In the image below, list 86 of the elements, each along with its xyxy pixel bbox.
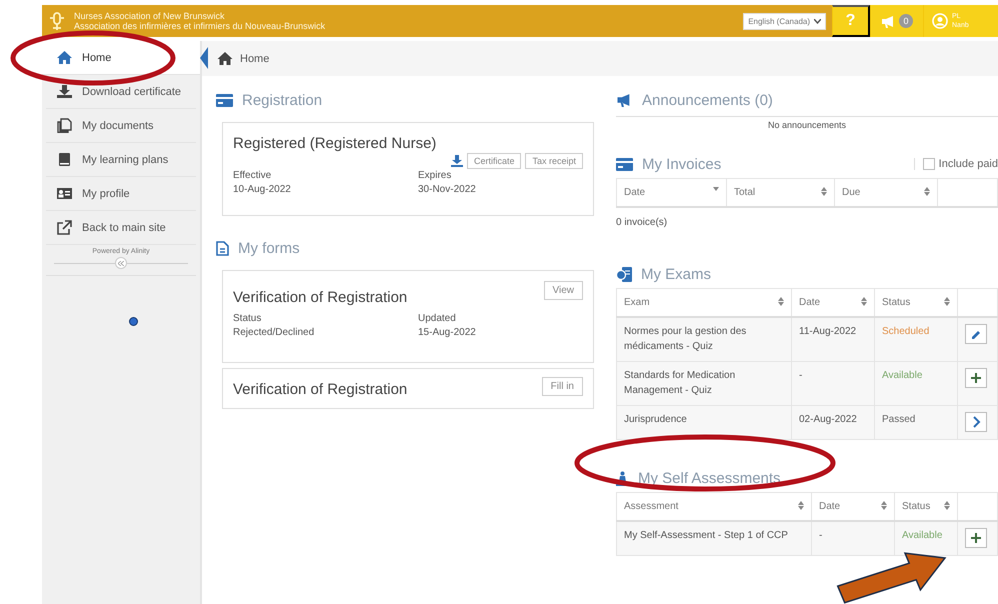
status-cell: Passed <box>874 406 958 440</box>
field-value: 15-Aug-2022 <box>418 326 477 340</box>
sidebar-toggle-tab[interactable] <box>200 47 208 69</box>
form-button[interactable]: Fill in <box>542 377 583 396</box>
organization-name: Nurses Association of New Brunswick <box>74 11 226 21</box>
sidebar-item[interactable]: My profile <box>46 177 196 211</box>
field-value: 30-Nov-2022 <box>418 183 477 197</box>
sort-icon[interactable] <box>944 297 950 306</box>
field-label: Effective <box>233 169 272 183</box>
documents-icon <box>56 118 73 133</box>
sidebar-item[interactable]: My learning plans <box>46 143 196 177</box>
caret-icon <box>814 18 821 24</box>
table-cell: My Self-Assessment - Step 1 of CCP <box>616 521 812 556</box>
megaphone-icon <box>881 14 896 28</box>
sidebar-item[interactable]: My documents <box>46 109 196 143</box>
form-title: Verification of Registration <box>233 381 408 398</box>
column-header[interactable]: Status <box>874 288 958 317</box>
plus-icon <box>969 370 983 386</box>
column-header[interactable]: Due <box>834 178 938 207</box>
notification-count: 0 <box>899 14 913 28</box>
document-button[interactable]: Tax receipt <box>525 153 583 169</box>
sidebar-item[interactable]: Download certificate <box>46 75 196 109</box>
id-card-icon <box>56 186 73 201</box>
sort-icon[interactable] <box>778 297 784 306</box>
sort-icon[interactable] <box>924 187 930 196</box>
table-cell: Jurisprudence <box>616 406 792 440</box>
sidebar-item[interactable]: Back to main site <box>46 211 196 245</box>
dot-marker <box>129 317 138 326</box>
meditation-figure-icon <box>616 470 629 486</box>
invoice-count: 0 invoice(s) <box>616 217 668 228</box>
section-title: My forms <box>238 240 300 256</box>
book-icon <box>56 152 73 167</box>
section-title: My Self Assessments <box>638 470 781 486</box>
home-icon <box>216 51 234 66</box>
field-label: Status <box>233 312 262 326</box>
card-icon <box>616 158 633 170</box>
field-label: Updated <box>418 312 457 326</box>
language-select[interactable]: English (Canada) <box>743 12 826 30</box>
download-icon <box>56 84 73 99</box>
section-title: My Exams <box>641 266 712 282</box>
organization-name-french: Association des infirmières et infirmiers du Nouveau-Brunswick <box>74 21 326 31</box>
column-header[interactable]: Status <box>894 492 958 521</box>
document-button[interactable]: Certificate <box>466 153 522 169</box>
open-button[interactable] <box>965 412 987 432</box>
document-icon <box>216 240 229 256</box>
sort-icon[interactable] <box>798 501 804 510</box>
section-title: Announcements (0) <box>642 92 773 108</box>
field-label: Expires <box>418 169 452 183</box>
user-icon <box>932 13 948 29</box>
sort-icon[interactable] <box>881 501 887 510</box>
notifications-button[interactable]: 0 <box>870 5 923 37</box>
checkbox-label: Include paid <box>938 158 998 170</box>
column-header[interactable]: Date <box>812 492 894 521</box>
include-paid-checkbox[interactable] <box>922 158 935 170</box>
sort-icon[interactable] <box>713 187 719 191</box>
empty-message: No announcements <box>768 120 846 130</box>
table-cell: 02-Aug-2022 <box>792 406 874 440</box>
section-title: Registration <box>242 92 322 108</box>
column-header[interactable]: Date <box>616 178 726 207</box>
field-value: Rejected/Declined <box>233 326 316 340</box>
column-header[interactable]: Exam <box>616 288 792 317</box>
column-header[interactable]: Total <box>726 178 834 207</box>
add-button[interactable] <box>965 368 987 388</box>
column-header[interactable]: Date <box>792 288 874 317</box>
sort-icon[interactable] <box>821 187 827 196</box>
sort-icon[interactable] <box>944 501 950 510</box>
add-button[interactable] <box>965 528 987 548</box>
edit-button[interactable] <box>965 324 987 344</box>
registration-status: Registered (Registered Nurse) <box>233 135 438 152</box>
exam-icon <box>616 266 632 282</box>
form-button[interactable]: View <box>544 281 583 300</box>
column-header[interactable]: Assessment <box>616 492 812 521</box>
home-icon <box>56 50 73 65</box>
double-chevron-icon <box>118 260 124 266</box>
section-title: My Invoices <box>642 156 722 172</box>
card-icon <box>216 94 233 106</box>
sidebar-item[interactable]: Home <box>42 41 200 75</box>
sort-icon[interactable] <box>861 297 867 306</box>
download-icon[interactable] <box>450 155 463 167</box>
form-title: Verification of Registration <box>233 289 408 306</box>
breadcrumb-link[interactable]: Home <box>240 52 270 64</box>
field-value: 10-Aug-2022 <box>233 183 292 197</box>
external-link-icon <box>56 220 73 235</box>
collapse-button[interactable] <box>115 257 127 269</box>
table-cell: - <box>812 521 894 556</box>
plus-icon <box>969 530 983 546</box>
